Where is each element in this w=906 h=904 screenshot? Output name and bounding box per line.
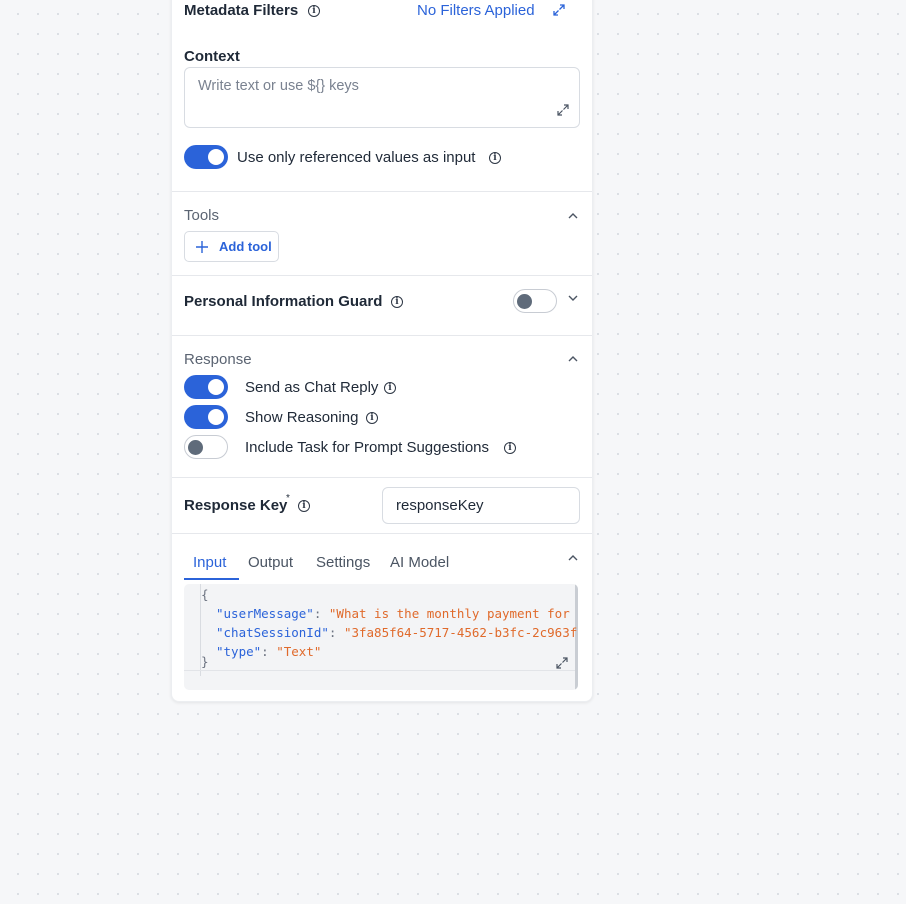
prompt-suggestions-label: Include Task for Prompt Suggestions — [245, 439, 490, 456]
tab-settings[interactable]: Settings — [316, 554, 370, 571]
referenced-values-info-icon[interactable]: i — [489, 152, 501, 164]
json-key: "chatSessionId" — [216, 625, 329, 640]
divider — [172, 275, 592, 276]
plus-icon — [196, 241, 208, 253]
response-key-input[interactable]: responseKey — [382, 487, 580, 524]
divider — [172, 533, 592, 534]
chevron-up-icon[interactable] — [568, 211, 578, 221]
context-textarea[interactable]: Write text or use ${} keys — [184, 67, 580, 128]
node-config-panel: Metadata Filters i No Filters Applied Co… — [171, 0, 593, 702]
metadata-filters-label: Metadata Filters — [184, 2, 299, 19]
json-line: "type": "Text" — [216, 644, 322, 659]
no-filters-link[interactable]: No Filters Applied — [417, 2, 535, 19]
tab-input[interactable]: Input — [193, 554, 226, 571]
input-json-viewer[interactable]: { "userMessage": "What is the monthly pa… — [184, 584, 578, 690]
chevron-up-icon[interactable] — [568, 553, 578, 563]
add-tool-label: Add tool — [219, 239, 272, 254]
pii-guard-info-icon[interactable]: i — [391, 296, 403, 308]
show-reasoning-label: Show Reasoning — [245, 409, 359, 426]
response-key-value: responseKey — [396, 497, 484, 514]
tab-ai-model[interactable]: AI Model — [390, 554, 449, 571]
context-label: Context — [184, 48, 240, 65]
json-line: "userMessage": "What is the monthly paym… — [216, 606, 570, 621]
code-hr — [184, 670, 578, 671]
json-open-brace: { — [201, 587, 209, 602]
json-value: "3fa85f64-5717-4562-b3fc-2c963f — [343, 625, 578, 640]
response-key-label: Response Key — [184, 497, 288, 514]
json-key: "userMessage" — [216, 606, 314, 621]
expand-context-icon[interactable] — [557, 104, 569, 116]
send-chat-reply-info-icon[interactable]: i — [384, 382, 396, 394]
pii-guard-label: Personal Information Guard — [184, 293, 383, 310]
divider — [172, 191, 592, 192]
divider — [172, 477, 592, 478]
context-placeholder: Write text or use ${} keys — [198, 78, 359, 94]
json-key: "type" — [216, 644, 262, 659]
response-heading: Response — [184, 351, 252, 368]
prompt-suggestions-info-icon[interactable]: i — [504, 442, 516, 454]
show-reasoning-toggle[interactable] — [184, 405, 228, 429]
required-marker: * — [286, 493, 290, 504]
referenced-values-toggle[interactable] — [184, 145, 228, 169]
json-value: "Text" — [276, 644, 322, 659]
tools-heading: Tools — [184, 207, 220, 224]
referenced-values-label: Use only referenced values as input — [237, 149, 476, 166]
expand-json-icon[interactable] — [556, 657, 568, 669]
response-key-info-icon[interactable]: i — [298, 500, 310, 512]
show-reasoning-info-icon[interactable]: i — [366, 412, 378, 424]
metadata-info-icon[interactable]: i — [308, 5, 320, 17]
pii-guard-toggle[interactable] — [513, 289, 557, 313]
prompt-suggestions-toggle[interactable] — [184, 435, 228, 459]
add-tool-button[interactable]: Add tool — [184, 231, 279, 262]
chevron-up-icon[interactable] — [568, 354, 578, 364]
divider — [172, 335, 592, 336]
json-value: "What is the monthly payment for — [328, 606, 570, 621]
json-close-brace: } — [201, 654, 209, 669]
tab-output[interactable]: Output — [248, 554, 293, 571]
send-chat-reply-toggle[interactable] — [184, 375, 228, 399]
chevron-down-icon[interactable] — [568, 293, 578, 303]
send-chat-reply-label: Send as Chat Reply — [245, 379, 379, 396]
json-line: "chatSessionId": "3fa85f64-5717-4562-b3f… — [216, 625, 578, 640]
active-tab-indicator — [184, 578, 239, 580]
expand-filters-icon[interactable] — [553, 4, 565, 16]
